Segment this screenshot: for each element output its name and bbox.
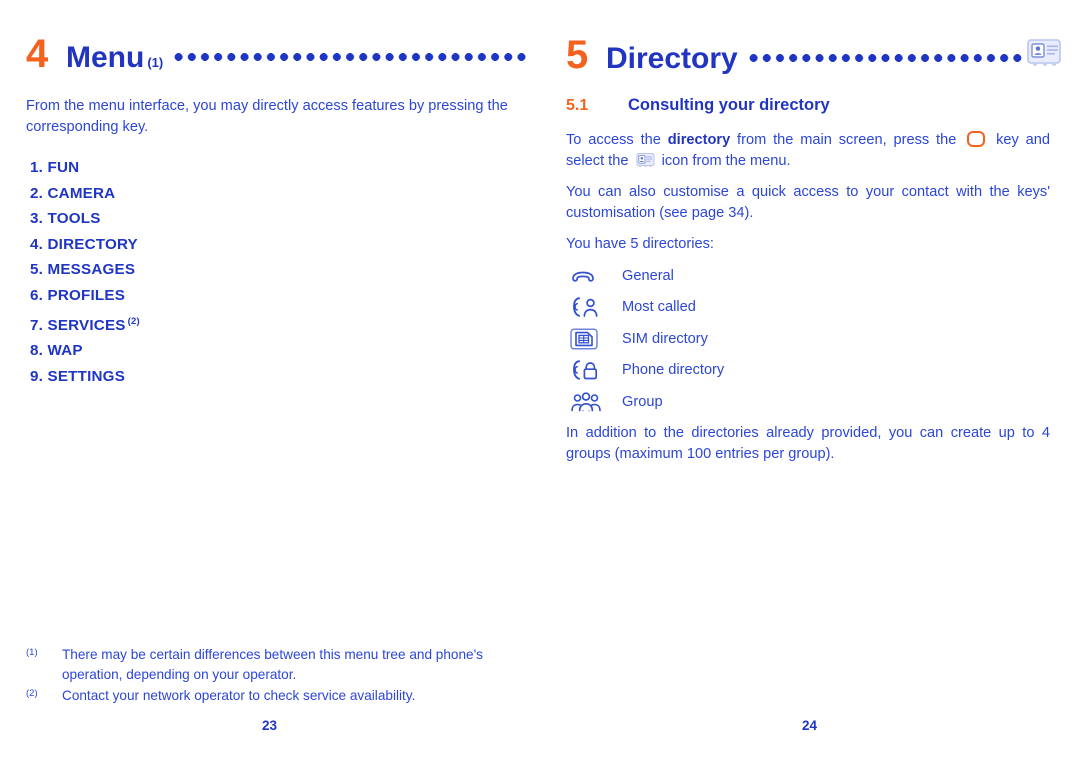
group-people-icon: [566, 391, 622, 413]
directories-intro: You have 5 directories:: [566, 236, 714, 252]
manual-spread: 4 Menu (1) From the menu interface, you …: [0, 0, 1080, 767]
section-title: Consulting your directory: [628, 96, 830, 114]
page-number-left: 23: [262, 718, 278, 733]
access-text-part2: from the main screen, press the: [730, 132, 964, 148]
handset-icon: [566, 266, 622, 286]
left-page: 4 Menu (1) From the menu interface, you …: [26, 0, 526, 767]
footnote-text: There may be certain differences between…: [62, 647, 483, 682]
menu-intro-paragraph: From the menu interface, you may directl…: [26, 98, 508, 135]
directory-item-group[interactable]: Group: [566, 386, 986, 418]
menu-item-label: 1. FUN: [30, 159, 80, 176]
menu-list: 1. FUN 2. CAMERA 3. TOOLS 4. DIRECTORY 5…: [30, 155, 330, 389]
chapter-number: 4: [26, 32, 49, 76]
directory-item-label: SIM directory: [622, 330, 708, 347]
menu-item-label: 2. CAMERA: [30, 184, 116, 202]
menu-item-label: 6. PROFILES: [30, 286, 126, 304]
menu-item-tools[interactable]: 3. TOOLS: [30, 206, 330, 232]
menu-item-label: 4. DIRECTORY: [30, 235, 138, 253]
menu-item-directory[interactable]: 4. DIRECTORY: [30, 232, 330, 258]
footnote-text: Contact your network operator to check s…: [62, 688, 416, 703]
address-book-icon: [1026, 34, 1066, 68]
page-number-right: 24: [802, 718, 818, 733]
section-number: 5.1: [566, 97, 589, 114]
dotted-leader: [746, 38, 1022, 68]
directory-item-label: General: [622, 267, 674, 284]
handset-person-icon: [566, 296, 622, 318]
menu-item-services[interactable]: 7. SERVICES (2): [30, 309, 330, 339]
sim-card-icon: [566, 328, 622, 350]
access-text-bold: directory: [667, 132, 731, 148]
access-directory-paragraph: To access the directory from the main sc…: [566, 130, 1050, 171]
menu-item-label: 9. SETTINGS: [30, 367, 126, 385]
ok-key-icon: [967, 131, 986, 147]
footnote-1: (1) There may be certain differences bet…: [26, 645, 526, 684]
handset-lock-icon: [566, 359, 622, 381]
directory-item-label: Most called: [622, 299, 696, 316]
menu-item-settings[interactable]: 9. SETTINGS: [30, 364, 330, 390]
dotted-leader: [172, 37, 526, 67]
closing-paragraph: In addition to the directories already p…: [566, 425, 1050, 462]
customise-paragraph: You can also customise a quick access to…: [566, 184, 1050, 221]
chapter-title: Menu: [66, 41, 145, 74]
directory-item-most-called[interactable]: Most called: [566, 292, 986, 324]
directories-list: General Most called SIM directory Phone …: [566, 260, 986, 418]
menu-item-camera[interactable]: 2. CAMERA: [30, 181, 330, 207]
directory-item-label: Group: [622, 393, 663, 410]
access-text-part4: icon from the menu.: [657, 152, 791, 169]
menu-item-profiles[interactable]: 6. PROFILES: [30, 283, 330, 309]
menu-item-footnote-marker: (2): [127, 315, 140, 327]
chapter-number: 5: [566, 33, 589, 77]
directory-item-phone-directory[interactable]: Phone directory: [566, 355, 986, 387]
menu-item-wap[interactable]: 8. WAP: [30, 338, 330, 364]
menu-item-label: 3. TOOLS: [30, 210, 101, 228]
footnote-marker: (2): [26, 688, 38, 699]
section-heading: 5.1 Consulting your directory: [566, 96, 830, 115]
chapter-heading-directory: 5 Directory: [566, 34, 1066, 82]
footnote-2: (2) Contact your network operator to che…: [26, 686, 526, 706]
footnotes: (1) There may be certain differences bet…: [26, 645, 526, 708]
chapter-title: Directory: [606, 42, 738, 75]
chapter-heading-menu: 4 Menu (1): [26, 34, 526, 82]
address-book-icon-inline: [636, 152, 655, 168]
menu-item-label: 7. SERVICES: [30, 316, 126, 334]
directory-item-general[interactable]: General: [566, 260, 986, 292]
right-page: 5 Directory 5.1 Consulting your director…: [566, 0, 1066, 767]
chapter-footnote-marker: (1): [147, 55, 164, 70]
menu-item-label: 8. WAP: [30, 342, 83, 360]
footnote-marker: (1): [26, 647, 38, 658]
directory-item-label: Phone directory: [622, 362, 725, 379]
menu-item-label: 5. MESSAGES: [30, 261, 136, 279]
access-text-part1: To access the: [566, 132, 668, 148]
menu-item-messages[interactable]: 5. MESSAGES: [30, 257, 330, 283]
menu-item-fun[interactable]: 1. FUN: [30, 155, 330, 181]
directory-item-sim-directory[interactable]: SIM directory: [566, 323, 986, 355]
